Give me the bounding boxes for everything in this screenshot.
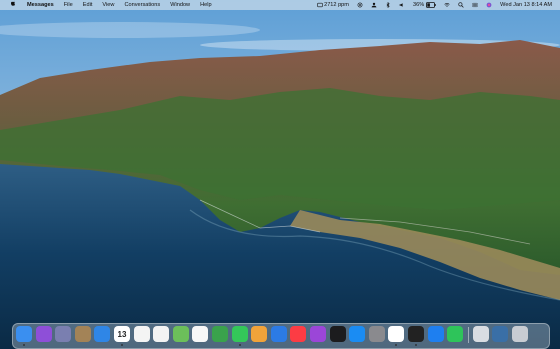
menu-app-name[interactable]: Messages xyxy=(22,0,59,10)
launchpad-icon[interactable] xyxy=(55,326,72,342)
screen-record-icon[interactable] xyxy=(353,2,367,8)
chrome-icon[interactable] xyxy=(388,326,405,342)
screenshot-stack-icon[interactable] xyxy=(492,326,509,342)
control-center-icon[interactable] xyxy=(468,2,482,8)
apple-tv-icon[interactable] xyxy=(329,326,346,342)
folder-icon[interactable] xyxy=(74,326,91,342)
menu-help[interactable]: Help xyxy=(195,0,217,10)
network-speed-text: 2712 ppm xyxy=(324,2,349,8)
battery-status[interactable]: 36% xyxy=(409,0,440,10)
siri-icon[interactable] xyxy=(35,326,52,342)
safari-icon[interactable] xyxy=(94,326,111,342)
battery-percent-text: 36% xyxy=(412,2,425,8)
siri-menu-icon[interactable] xyxy=(482,2,496,8)
running-indicator xyxy=(23,344,25,346)
keynote-icon[interactable] xyxy=(270,326,287,342)
running-indicator xyxy=(121,344,123,346)
finder-icon[interactable] xyxy=(16,326,32,342)
menu-bar: Messages File Edit View Conversations Wi… xyxy=(0,0,560,10)
wifi-icon[interactable] xyxy=(440,2,454,8)
podcasts-icon[interactable] xyxy=(310,326,326,342)
photos-icon[interactable] xyxy=(192,326,209,342)
menu-edit[interactable]: Edit xyxy=(78,0,98,10)
volume-icon[interactable] xyxy=(395,2,409,8)
apple-menu-icon[interactable] xyxy=(6,0,22,10)
bluetooth-icon[interactable] xyxy=(381,2,395,8)
calendar-date-label: 13 xyxy=(117,329,127,339)
system-preferences-icon[interactable] xyxy=(368,326,385,342)
maps-icon[interactable] xyxy=(172,326,189,342)
terminal-icon[interactable] xyxy=(408,326,424,342)
running-indicator xyxy=(415,344,417,346)
clock-datetime[interactable]: Wed Jan 13 8:14 AM xyxy=(496,0,556,10)
running-indicator xyxy=(238,344,241,346)
trash-icon[interactable] xyxy=(512,326,528,342)
numbers-icon[interactable] xyxy=(212,326,228,342)
network-icon xyxy=(317,2,323,8)
downloads-stack-icon[interactable] xyxy=(472,326,489,342)
reminders-icon[interactable] xyxy=(133,326,150,342)
network-monitor[interactable]: 2712 ppm xyxy=(313,0,353,10)
menu-file[interactable]: File xyxy=(59,0,78,10)
notes-icon[interactable] xyxy=(153,326,170,342)
menu-conversations[interactable]: Conversations xyxy=(119,0,165,10)
battery-icon xyxy=(426,2,436,8)
app-store-icon[interactable] xyxy=(349,326,366,342)
messages-icon[interactable] xyxy=(231,326,248,342)
facetime-icon[interactable] xyxy=(447,326,464,342)
calendar-icon[interactable]: 13 xyxy=(114,326,130,342)
pages-icon[interactable] xyxy=(251,326,268,342)
menu-view[interactable]: View xyxy=(97,0,119,10)
spotlight-search-icon[interactable] xyxy=(454,2,468,8)
desktop-wallpaper xyxy=(0,0,560,349)
menu-window[interactable]: Window xyxy=(165,0,195,10)
dock-separator xyxy=(467,327,469,343)
music-icon[interactable] xyxy=(290,326,307,342)
mail-icon[interactable] xyxy=(427,326,444,342)
user-icon[interactable] xyxy=(367,2,381,8)
